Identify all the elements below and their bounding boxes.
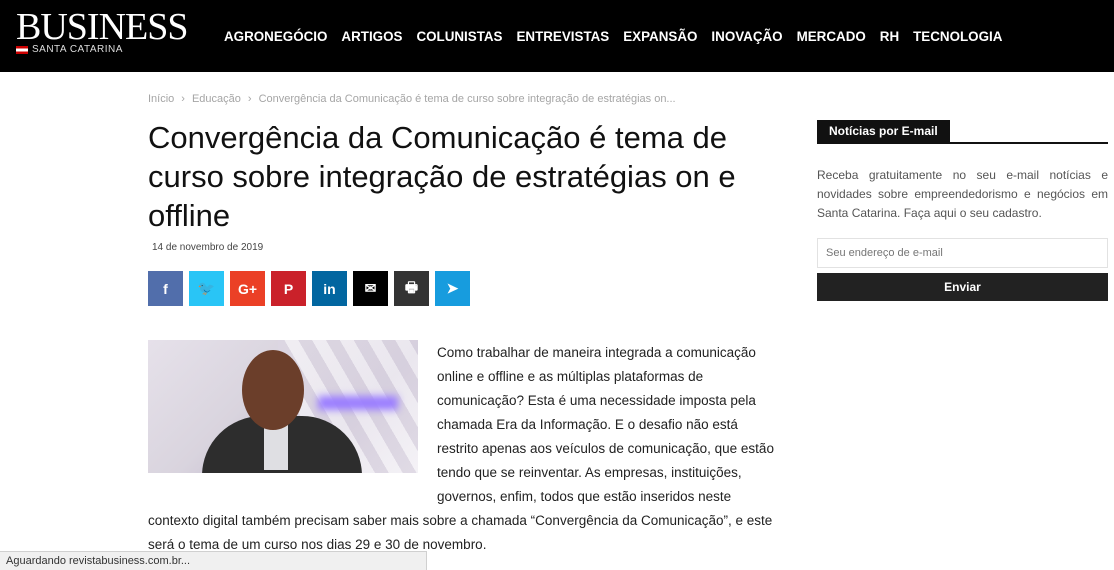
breadcrumb-separator: › <box>247 93 252 105</box>
email-input[interactable] <box>817 238 1108 268</box>
main-nav: AGRONEGÓCIO ARTIGOS COLUNISTAS ENTREVIST… <box>224 0 1016 72</box>
nav-item-inovacao[interactable]: INOVAÇÃO <box>711 29 782 44</box>
browser-status-bar: Aguardando revistabusiness.com.br... <box>0 551 427 570</box>
send-button[interactable]: Enviar <box>817 273 1108 301</box>
breadcrumb-separator: › <box>181 93 185 105</box>
twitter-icon: 🐦 <box>197 280 216 296</box>
nav-item-expansao[interactable]: EXPANSÃO <box>623 29 697 44</box>
pinterest-share-button[interactable]: P <box>271 271 306 306</box>
nav-item-agronegocio[interactable]: AGRONEGÓCIO <box>224 29 327 44</box>
nav-item-colunistas[interactable]: COLUNISTAS <box>416 29 502 44</box>
nav-item-entrevistas[interactable]: ENTREVISTAS <box>516 29 609 44</box>
telegram-icon: ➤ <box>446 280 459 296</box>
article-title: Convergência da Comunicação é tema de cu… <box>148 120 736 233</box>
breadcrumb-section[interactable]: Educação <box>192 93 241 105</box>
newsletter-description: Receba gratuitamente no seu e-mail notíc… <box>817 168 1108 220</box>
site-logo[interactable]: BUSINESS SANTA CATARINA <box>16 8 188 55</box>
email-share-button[interactable]: ✉ <box>353 271 388 306</box>
logo-title: BUSINESS <box>16 6 188 48</box>
newsletter-title: Notícias por E-mail <box>817 120 950 142</box>
telegram-share-button[interactable]: ➤ <box>435 271 470 306</box>
flag-icon <box>16 45 28 54</box>
logo-subtitle-text: SANTA CATARINA <box>32 44 123 55</box>
linkedin-icon: in <box>323 280 336 297</box>
google-plus-icon: G+ <box>237 280 258 297</box>
email-icon: ✉ <box>364 280 377 296</box>
facebook-icon: f <box>163 280 168 297</box>
article-body: Como trabalhar de maneira integrada a co… <box>148 341 780 557</box>
article-date: 14 de novembro de 2019 <box>152 242 264 253</box>
nav-item-rh[interactable]: RH <box>880 29 899 44</box>
nav-item-mercado[interactable]: MERCADO <box>797 29 866 44</box>
breadcrumb-current: Convergência da Comunicação é tema de cu… <box>258 93 676 105</box>
newsletter-widget-header: Notícias por E-mail <box>817 120 1108 144</box>
breadcrumb: Início › Educação › Convergência da Comu… <box>148 93 676 105</box>
share-buttons: f 🐦 G+ P in ✉ 🖶 ➤ <box>148 271 470 306</box>
facebook-share-button[interactable]: f <box>148 271 183 306</box>
top-navbar: BUSINESS SANTA CATARINA AGRONEGÓCIO ARTI… <box>0 0 1114 72</box>
twitter-share-button[interactable]: 🐦 <box>189 271 224 306</box>
pinterest-icon: P <box>283 280 294 297</box>
nav-item-artigos[interactable]: ARTIGOS <box>341 29 402 44</box>
google-plus-share-button[interactable]: G+ <box>230 271 265 306</box>
print-button[interactable]: 🖶 <box>394 271 429 306</box>
print-icon: 🖶 <box>404 278 419 295</box>
nav-item-tecnologia[interactable]: TECNOLOGIA <box>913 29 1002 44</box>
linkedin-share-button[interactable]: in <box>312 271 347 306</box>
breadcrumb-home[interactable]: Início <box>148 93 174 105</box>
